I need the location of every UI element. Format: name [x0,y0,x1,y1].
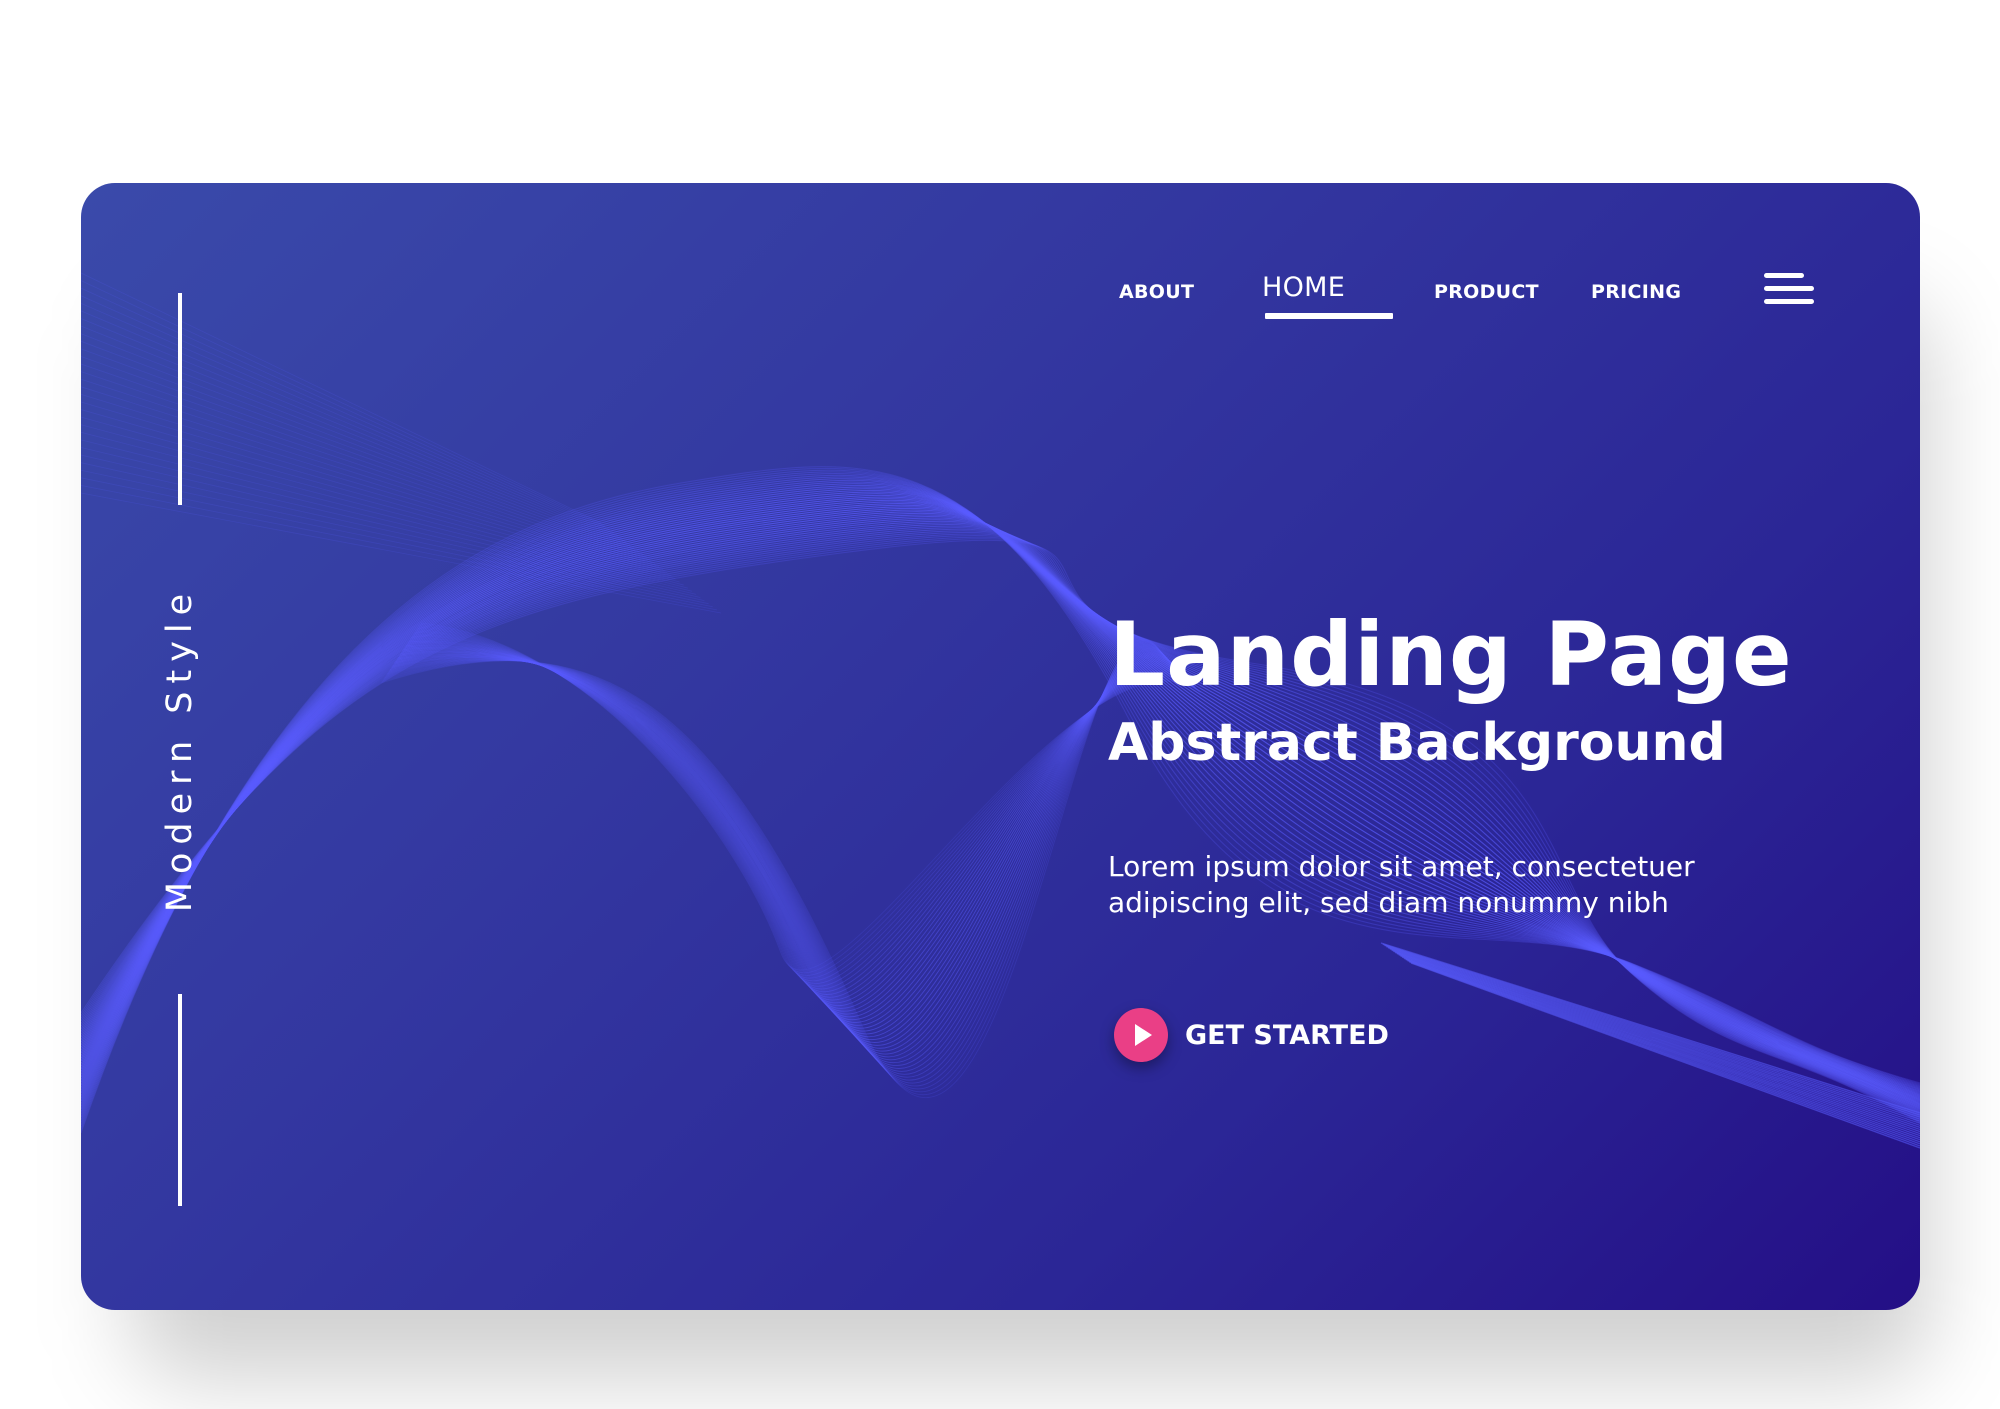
top-navigation: ABOUT HOME PRODUCT PRICING [81,183,1920,343]
wave-line [81,424,684,586]
wave-line [81,439,693,592]
hero-title: Landing Page [1109,603,1793,706]
menu-icon-bar [1764,273,1804,278]
wave-line [81,393,668,574]
wave-line [81,511,1920,1108]
menu-icon-bar [1764,299,1814,304]
wave-line [81,409,676,580]
nav-item-about[interactable]: ABOUT [1119,281,1194,303]
side-divider-bottom [178,994,182,1206]
wave-line [401,649,1182,1032]
wave-line [396,653,1178,1046]
wave-line [81,348,643,555]
get-started-label[interactable]: GET STARTED [1185,1020,1389,1051]
wave-line [397,652,1179,1043]
wave-line [81,488,1920,1099]
nav-item-product[interactable]: PRODUCT [1434,281,1539,303]
hero-subtitle: Abstract Background [1108,713,1726,773]
wave-line [81,333,635,549]
wave-line [394,652,1175,1055]
wave-line [396,654,1177,1049]
wave-line [409,639,1190,1007]
wave-line [81,416,680,583]
page: ABOUT HOME PRODUCT PRICING Modern Style … [0,0,2000,1409]
wave-line [398,651,1180,1041]
nav-item-home[interactable]: HOME [1262,272,1345,303]
wave-line [81,325,631,546]
wave-line [391,649,1173,1063]
wave-line [81,371,655,564]
wave-line [1380,942,1920,1114]
wave-line [81,473,1920,1123]
wave-line [399,651,1181,1038]
play-icon[interactable] [1114,1008,1168,1062]
menu-icon-bar [1764,286,1814,291]
wave-line [400,650,1181,1035]
wave-line [81,481,1920,1110]
wave-line [81,447,697,595]
hero-description: Lorem ipsum dolor sit amet, consectetuer… [1108,850,1695,919]
wave-line [81,479,1920,1112]
wave-line [402,648,1183,1029]
hamburger-menu-icon[interactable] [1764,271,1816,307]
vertical-tagline: Modern Style [160,585,200,913]
nav-item-pricing[interactable]: PRICING [1591,281,1681,303]
wave-line [81,378,660,567]
wave-line [81,496,1920,1100]
wave-line [392,650,1173,1060]
wave-line [81,310,622,539]
wave-line [390,649,1172,1066]
wave-line [81,489,1920,1096]
wave-line [81,507,1920,1106]
wave-line [81,454,701,598]
wave-line [81,493,1920,1098]
wave-line [1382,943,1920,1116]
wave-line [395,653,1176,1052]
landing-card: ABOUT HOME PRODUCT PRICING Modern Style … [81,183,1920,1310]
wave-line [389,648,1171,1069]
wave-line [81,356,647,558]
wave-line [393,651,1174,1058]
wave-line [404,645,1186,1020]
wave-line [81,499,1920,1102]
wave-line [81,503,1920,1104]
active-nav-underline [1265,313,1393,319]
side-divider-top [178,293,182,505]
get-started-button[interactable]: GET STARTED [1114,1007,1389,1063]
